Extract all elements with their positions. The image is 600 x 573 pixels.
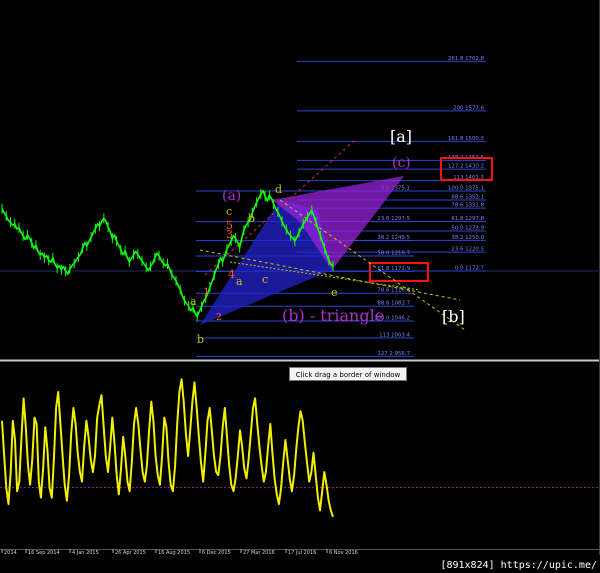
image-watermark: [891x824] https://upic.me/	[440, 560, 597, 571]
time-axis: 2014 16 Sep 2014 4 Jan 2015 26 Apr 2015 16 A…	[0, 549, 600, 556]
wave-label: [a]	[390, 127, 412, 146]
wave-label: (c)	[392, 155, 411, 171]
wave-label: 2	[216, 313, 222, 323]
fib-level-label: 23.6 1220.5	[451, 247, 484, 253]
fib-level-label: 38.2 1250.0	[451, 235, 484, 241]
fib-level-label: 0.0 1172.7	[455, 266, 484, 272]
wave-label: d	[275, 183, 282, 196]
fib-level-label: 88.6 1352.1	[451, 195, 484, 201]
wave-label: (a)	[222, 188, 241, 204]
time-tick-label: 4 Jan 2015	[72, 550, 99, 556]
time-tick-label: 6 Nov 2016	[329, 550, 358, 556]
fib-level-label: 200 1577.6	[453, 105, 484, 111]
fib-level-label: 161.8 1500.3	[448, 136, 484, 142]
pattern-shapes	[199, 139, 466, 331]
fib-level-label: 50.0 1273.9	[451, 225, 484, 231]
time-tick-label: 2014	[4, 550, 17, 556]
chart-canvas[interactable]: 261.8 1702.8 200 1577.6 161.8 1500.3 1 38.2 …	[0, 0, 600, 573]
wave-label: c	[226, 205, 232, 218]
window-tooltip: Click drag a border of window	[289, 367, 407, 381]
wave-label: (b) - triangle	[282, 306, 384, 325]
retrace-level-label: 127.2 956.7	[377, 351, 410, 357]
fib-level-label: 261.8 1702.8	[448, 56, 485, 62]
oscillator-series	[1, 378, 334, 518]
wave-label: b	[248, 212, 255, 225]
fib-level-label: 100.0 1375.1	[448, 185, 484, 191]
wave-label: [b]	[442, 307, 465, 326]
retrace-level-label: 113 1003.4	[379, 332, 410, 338]
time-tick-label: 16 Aug 2015	[158, 550, 190, 556]
wave-label: 4	[228, 268, 235, 281]
wave-label: a	[236, 275, 243, 288]
oscillator-line	[1, 378, 334, 518]
wave-label: c	[262, 273, 268, 286]
time-tick-label: 16 Sep 2014	[28, 550, 60, 556]
wave-label: 3	[226, 228, 233, 241]
fib-level-label: 61.8 1297.8	[451, 216, 484, 222]
time-tick-label: 26 Apr 2015	[115, 550, 146, 556]
fib-level-label: 127.2 1430.2	[448, 164, 484, 170]
retrace-level-label: 78.6 1116.6	[377, 288, 410, 294]
retrace-level-label: 23.6 1297.5	[377, 216, 410, 222]
retrace-level-label: 38.2 1249.5	[377, 235, 410, 241]
retrace-level-label: 50.0 1210.7	[377, 250, 410, 256]
wave-label: 1	[203, 286, 210, 299]
wave-label: e	[331, 286, 338, 299]
fib-level-label: 78.6 1331.8	[451, 203, 484, 209]
wave-label: a	[190, 295, 197, 308]
wave-label: b	[197, 333, 204, 346]
time-tick-label: 17 Jul 2016	[288, 550, 316, 556]
retrace-level-label: 61.8 1171.9	[377, 266, 410, 272]
time-tick-label: 27 Mar 2016	[243, 550, 275, 556]
time-tick-label: 6 Dec 2015	[202, 550, 231, 556]
